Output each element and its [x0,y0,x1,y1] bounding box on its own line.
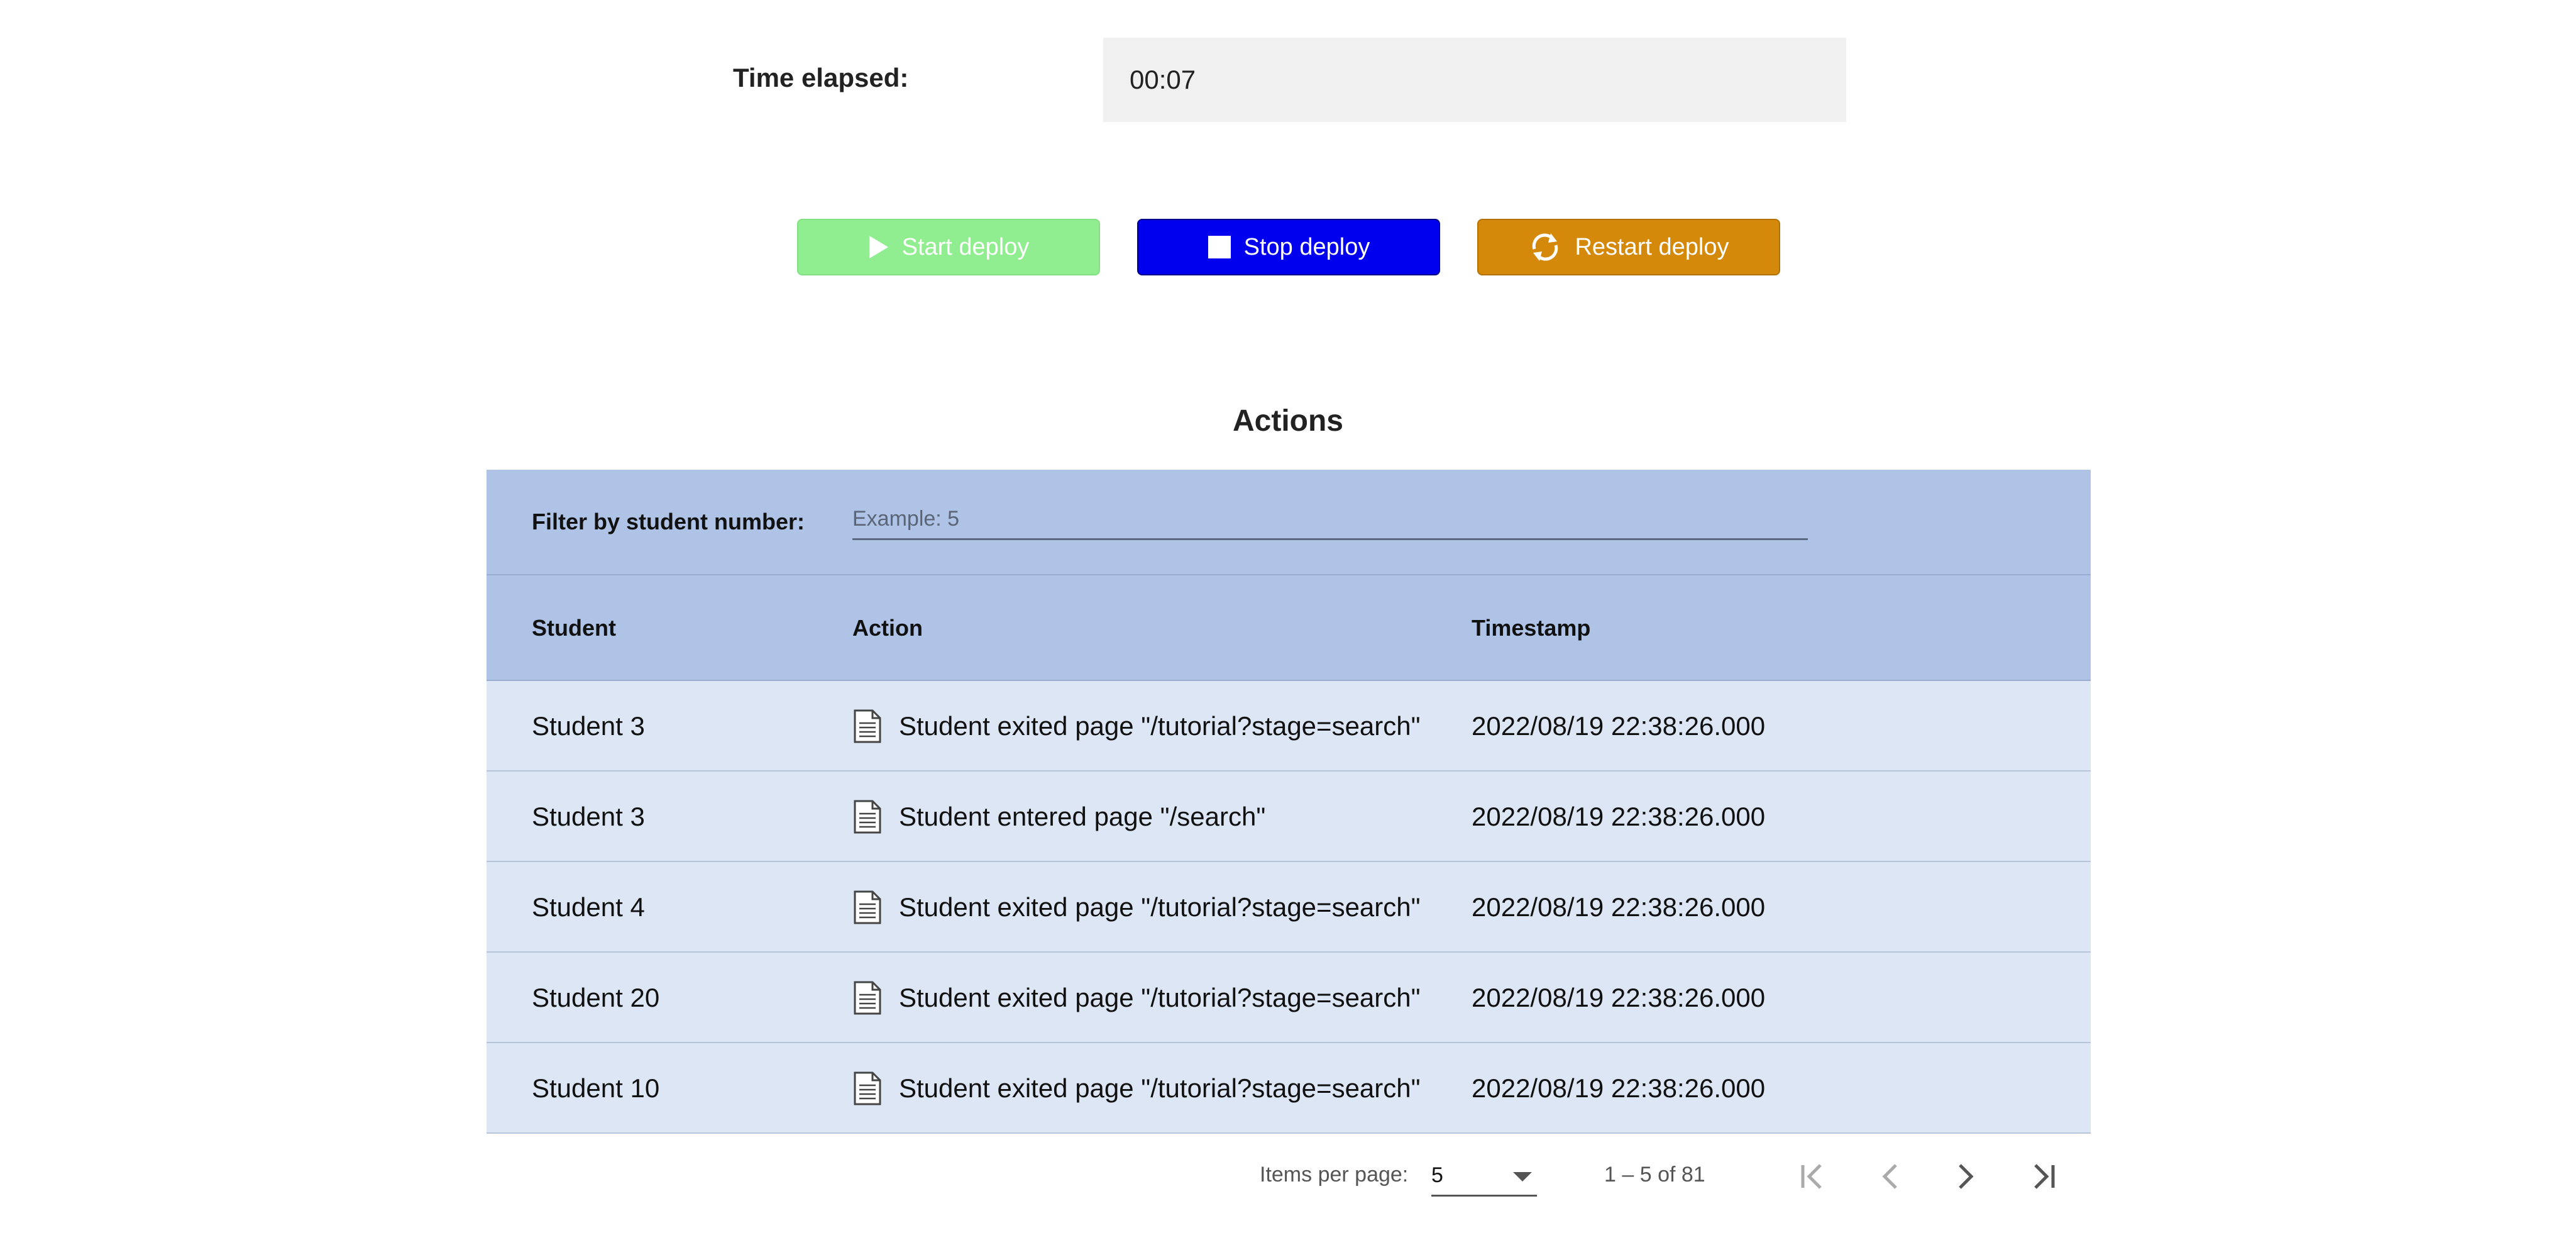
actions-heading: Actions [1232,404,1343,438]
restart-deploy-label: Restart deploy [1575,233,1729,260]
time-elapsed-display: 00:07 [1103,38,1846,122]
table-header-row: Student Action Timestamp [487,575,2091,681]
refresh-icon [1528,230,1562,264]
student-cell: Student 4 [532,892,645,922]
action-text: Student exited page "/tutorial?stage=sea… [899,711,1421,741]
table-row: Student 3 Student exited page "/tutorial?… [487,681,2091,772]
paginator: Items per page: 5 1 – 5 of 81 [487,1134,2091,1222]
student-cell: Student 3 [532,802,645,831]
column-header-action[interactable]: Action [852,575,923,681]
student-filter-input[interactable] [852,500,1808,540]
action-cell: Student exited page "/tutorial?stage=sea… [852,681,1421,772]
timestamp-cell: 2022/08/19 22:38:26.000 [1472,892,1766,922]
dropdown-arrow-icon [1513,1163,1532,1188]
action-cell: Student entered page "/search" [852,772,1265,862]
start-deploy-label: Start deploy [901,233,1030,260]
action-cell: Student exited page "/tutorial?stage=sea… [852,1043,1421,1134]
student-cell: Student 10 [532,1073,660,1103]
column-header-student[interactable]: Student [532,575,616,681]
table-row: Student 3 Student entered page "/search" 2… [487,772,2091,862]
first-page-icon [1799,1163,1830,1193]
stop-deploy-label: Stop deploy [1243,233,1370,260]
filter-row: Filter by student number: [487,470,2091,575]
actions-table: Filter by student number: Student Action… [487,470,2091,1222]
action-text: Student exited page "/tutorial?stage=sea… [899,1073,1421,1103]
document-icon [852,1071,883,1105]
action-text: Student entered page "/search" [899,802,1266,831]
restart-deploy-button[interactable]: Restart deploy [1477,219,1780,275]
items-per-page-label: Items per page: [1260,1163,1409,1187]
stop-deploy-button[interactable]: Stop deploy [1137,219,1440,275]
timestamp-cell: 2022/08/19 22:38:26.000 [1472,711,1766,741]
filter-label: Filter by student number: [532,509,805,534]
table-row: Student 10 Student exited page "/tutorial… [487,1043,2091,1134]
action-cell: Student exited page "/tutorial?stage=sea… [852,862,1421,953]
last-page-button[interactable] [2022,1159,2060,1197]
items-per-page-select[interactable]: 5 [1431,1156,1537,1197]
time-elapsed-label: Time elapsed: [733,63,909,92]
chevron-left-icon [1881,1163,1900,1193]
column-header-timestamp[interactable]: Timestamp [1472,575,1590,681]
first-page-button[interactable] [1796,1159,1834,1197]
table-row: Student 4 Student exited page "/tutorial?… [487,862,2091,953]
timestamp-cell: 2022/08/19 22:38:26.000 [1472,983,1766,1012]
next-page-button[interactable] [1947,1159,1984,1197]
document-icon [852,800,883,834]
student-cell: Student 20 [532,983,660,1012]
timestamp-cell: 2022/08/19 22:38:26.000 [1472,1073,1766,1103]
document-icon [852,709,883,743]
document-icon [852,890,883,924]
document-icon [852,981,883,1015]
page-range-label: 1 – 5 of 81 [1604,1163,1705,1187]
action-cell: Student exited page "/tutorial?stage=sea… [852,953,1421,1043]
last-page-icon [2025,1163,2057,1193]
previous-page-button[interactable] [1871,1159,1909,1197]
stop-icon [1208,235,1231,259]
student-cell: Student 3 [532,711,645,741]
time-elapsed-value: 00:07 [1130,65,1196,94]
table-row: Student 20 Student exited page "/tutorial… [487,953,2091,1043]
timestamp-cell: 2022/08/19 22:38:26.000 [1472,802,1766,831]
chevron-right-icon [1956,1163,1975,1193]
start-deploy-button[interactable]: Start deploy [797,219,1100,275]
play-icon [868,235,889,260]
action-text: Student exited page "/tutorial?stage=sea… [899,983,1421,1012]
items-per-page-value: 5 [1431,1163,1443,1187]
action-text: Student exited page "/tutorial?stage=sea… [899,892,1421,922]
